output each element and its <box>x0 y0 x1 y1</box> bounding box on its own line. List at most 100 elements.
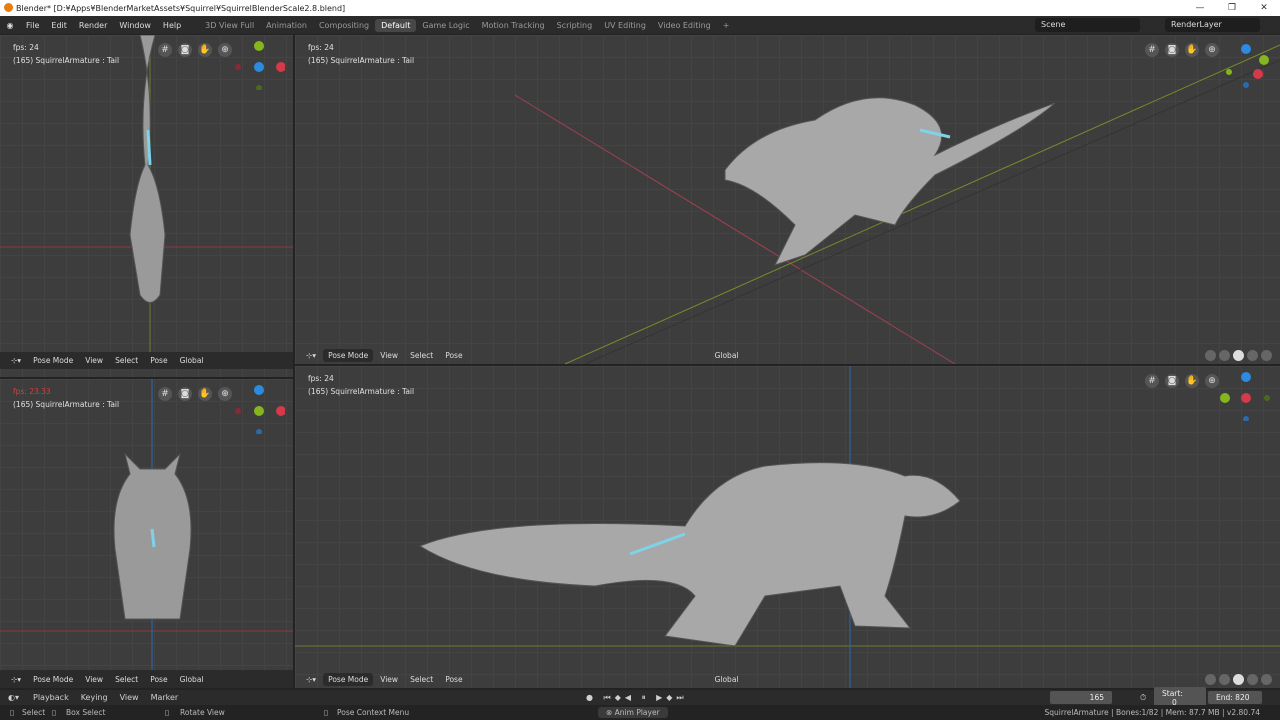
menu-window[interactable]: Window <box>113 21 157 30</box>
mode-selector[interactable]: Pose Mode <box>323 348 374 362</box>
window-title-bar: Blender* [D:¥Apps¥BlenderMarketAssets¥Sq… <box>0 0 1280 16</box>
object-info: (165) SquirrelArmature : Tail <box>13 400 120 409</box>
grid-icon[interactable]: # <box>1145 43 1159 57</box>
minimize-button[interactable]: — <box>1184 0 1216 16</box>
menu-view[interactable]: View <box>80 673 108 686</box>
menu-pose[interactable]: Pose <box>440 673 467 686</box>
stopwatch-icon[interactable]: ⏱ <box>1140 693 1146 703</box>
blender-menu-icon[interactable]: ◉ <box>0 21 20 30</box>
grid-icon[interactable]: # <box>1145 374 1159 388</box>
anim-player-button[interactable]: ⊗ Anim Player <box>598 707 668 718</box>
editor-type-icon[interactable]: ⊹▾ <box>6 354 26 367</box>
status-select: Select <box>22 708 46 717</box>
scene-stats: SquirrelArmature | Bones:1/82 | Mem: 87.… <box>1044 708 1260 717</box>
fps-readout: fps: 24 <box>13 43 39 52</box>
viewport-bottom-right[interactable]: fps: 24 (165) SquirrelArmature : Tail # ◙ ✋… <box>295 366 1280 688</box>
menu-pose[interactable]: Pose <box>145 354 172 367</box>
playback-controls[interactable]: ● ⏮◆◀ ⏸ ▶◆⏭ <box>586 693 688 703</box>
menu-select[interactable]: Select <box>110 354 143 367</box>
status-bar: ▯ Select ▯ Box Select ▯ Rotate View ▯ Po… <box>0 705 1280 720</box>
mouse-left-icon: ▯ <box>10 708 15 717</box>
grid-icon[interactable]: # <box>158 387 172 401</box>
menu-render[interactable]: Render <box>73 21 113 30</box>
shading-buttons[interactable] <box>1205 350 1272 361</box>
tab-compositing[interactable]: Compositing <box>313 19 375 32</box>
tab-3d-view-full[interactable]: 3D View Full <box>199 19 260 32</box>
mode-selector[interactable]: Pose Mode <box>28 354 79 367</box>
tab-game-logic[interactable]: Game Logic <box>416 19 475 32</box>
menu-select[interactable]: Select <box>405 349 438 362</box>
status-rotate-view: Rotate View <box>180 708 225 717</box>
current-frame-field[interactable]: 165 <box>1050 691 1112 704</box>
tab-animation[interactable]: Animation <box>260 19 313 32</box>
blender-logo-icon <box>4 3 13 12</box>
orientation-selector[interactable]: Global <box>710 673 744 686</box>
menu-timeline-view[interactable]: View <box>114 693 145 702</box>
menu-keying[interactable]: Keying <box>75 693 114 702</box>
fps-readout: fps: 23.33 <box>13 387 51 396</box>
axis-gizmo[interactable] <box>1223 43 1273 93</box>
editor-type-icon[interactable]: ⊹▾ <box>301 673 321 686</box>
camera-icon[interactable]: ◙ <box>178 43 192 57</box>
menu-view[interactable]: View <box>80 354 108 367</box>
close-button[interactable]: ✕ <box>1248 0 1280 16</box>
menu-edit[interactable]: Edit <box>45 21 73 30</box>
axis-gizmo[interactable] <box>235 40 285 90</box>
end-frame-field[interactable]: End: 820 <box>1208 691 1262 704</box>
camera-icon[interactable]: ◙ <box>1165 43 1179 57</box>
pan-hand-icon[interactable]: ✋ <box>198 43 212 57</box>
tab-default[interactable]: Default <box>375 18 417 32</box>
orientation-selector[interactable]: Global <box>175 673 209 686</box>
viewport-header: ⊹▾ Pose Mode View Select Pose Global <box>295 346 1280 364</box>
menu-select[interactable]: Select <box>405 673 438 686</box>
mode-selector[interactable]: Pose Mode <box>323 672 374 686</box>
tab-scripting[interactable]: Scripting <box>551 19 599 32</box>
timeline-editor-icon[interactable]: ◐▾ <box>0 693 27 702</box>
orientation-selector[interactable]: Global <box>710 349 744 362</box>
camera-icon[interactable]: ◙ <box>1165 374 1179 388</box>
object-info: (165) SquirrelArmature : Tail <box>308 56 415 65</box>
pan-hand-icon[interactable]: ✋ <box>1185 43 1199 57</box>
menu-view[interactable]: View <box>375 349 403 362</box>
axis-gizmo[interactable] <box>235 384 285 434</box>
pan-hand-icon[interactable]: ✋ <box>198 387 212 401</box>
object-info: (165) SquirrelArmature : Tail <box>13 56 120 65</box>
editor-type-icon[interactable]: ⊹▾ <box>301 349 321 362</box>
zoom-icon[interactable]: ⊕ <box>1205 43 1219 57</box>
restore-button[interactable]: ❐ <box>1216 0 1248 16</box>
grid-icon[interactable]: # <box>158 43 172 57</box>
viewport-top-left[interactable]: fps: 24 (165) SquirrelArmature : Tail # ◙ ✋… <box>0 35 293 377</box>
mode-selector[interactable]: Pose Mode <box>28 672 79 686</box>
editor-type-icon[interactable]: ⊹▾ <box>6 673 26 686</box>
orientation-selector[interactable]: Global <box>175 354 209 367</box>
zoom-icon[interactable]: ⊕ <box>218 387 232 401</box>
menu-pose[interactable]: Pose <box>145 673 172 686</box>
menu-select[interactable]: Select <box>110 673 143 686</box>
tab-motion-tracking[interactable]: Motion Tracking <box>476 19 551 32</box>
view-layer-selector[interactable]: RenderLayer <box>1165 18 1260 32</box>
zoom-icon[interactable]: ⊕ <box>1205 374 1219 388</box>
squirrel-perspective-view <box>514 44 1280 364</box>
tab-video-editing[interactable]: Video Editing <box>652 19 717 32</box>
menu-help[interactable]: Help <box>157 21 187 30</box>
status-box-select: Box Select <box>66 708 106 717</box>
menu-view[interactable]: View <box>375 673 403 686</box>
menu-marker[interactable]: Marker <box>145 693 185 702</box>
axis-gizmo[interactable] <box>1220 371 1270 421</box>
fps-readout: fps: 24 <box>308 374 334 383</box>
pan-hand-icon[interactable]: ✋ <box>1185 374 1199 388</box>
viewport-top-right[interactable]: fps: 24 (165) SquirrelArmature : Tail # ◙ ✋… <box>295 35 1280 364</box>
viewport-header: ⊹▾ Pose Mode View Select Pose Global <box>0 352 293 369</box>
zoom-icon[interactable]: ⊕ <box>218 43 232 57</box>
viewport-bottom-left[interactable]: fps: 23.33 (165) SquirrelArmature : Tail … <box>0 379 293 688</box>
shading-buttons[interactable] <box>1205 674 1272 685</box>
menu-pose[interactable]: Pose <box>440 349 467 362</box>
end-value: 820 <box>1235 693 1250 702</box>
add-workspace-button[interactable]: + <box>717 19 736 32</box>
scene-selector[interactable]: Scene <box>1035 18 1140 32</box>
menu-playback[interactable]: Playback <box>27 693 75 702</box>
menu-file[interactable]: File <box>20 21 45 30</box>
tab-uv-editing[interactable]: UV Editing <box>598 19 652 32</box>
camera-icon[interactable]: ◙ <box>178 387 192 401</box>
status-context-menu: Pose Context Menu <box>337 708 410 717</box>
